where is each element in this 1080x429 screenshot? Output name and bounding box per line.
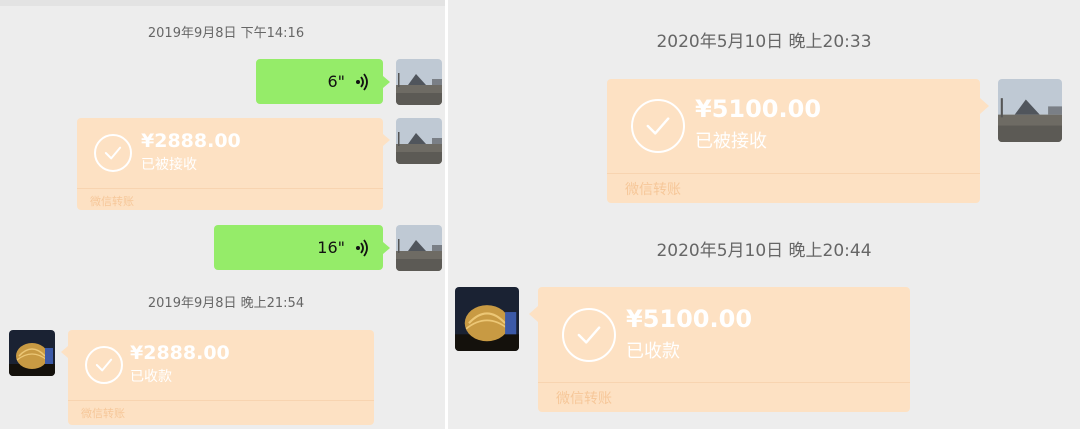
bubble-tail [383,134,390,146]
transfer-card[interactable]: ¥2888.00 已被接收 微信转账 [77,118,383,210]
check-circle-icon [94,134,132,172]
contact-avatar[interactable] [9,330,55,376]
voice-duration: 16" [317,238,345,257]
voice-message-bubble[interactable]: 6" [256,59,383,104]
transfer-amount: ¥5100.00 [695,95,822,123]
bubble-tail [61,346,68,358]
transfer-amount: ¥2888.00 [141,130,241,152]
transfer-status: 已收款 [626,341,680,362]
transfer-status: 已收款 [130,369,172,385]
card-divider [68,400,374,401]
chat-panel-right: 2020年5月10日 晚上20:33 ¥5100.00 已被接收 微信转账 20… [448,0,1080,429]
transfer-card[interactable]: ¥5100.00 已被接收 微信转账 [607,79,980,203]
my-avatar[interactable] [396,59,442,105]
voice-message-bubble[interactable]: 16" [214,225,383,270]
bubble-tail [383,76,390,88]
check-circle-icon [631,99,685,153]
transfer-card[interactable]: ¥5100.00 已收款 微信转账 [538,287,910,412]
message-timestamp: 2019年9月8日 下午14:16 [147,26,305,41]
chat-panel-left: 2019年9月8日 下午14:16 6" ¥2888.00 已被接收 微信转账 [0,0,445,429]
bubble-tail [529,306,538,322]
my-avatar[interactable] [396,225,442,271]
bubble-tail [980,98,989,114]
transfer-footer: 微信转账 [90,195,134,208]
my-avatar[interactable] [396,118,442,164]
message-timestamp: 2019年9月8日 晚上21:54 [147,296,305,311]
message-timestamp: 2020年5月10日 晚上20:44 [656,241,872,261]
transfer-amount: ¥5100.00 [626,305,753,333]
my-avatar[interactable] [998,79,1062,142]
transfer-footer: 微信转账 [556,391,612,407]
transfer-status: 已被接收 [695,131,767,152]
top-divider [0,0,445,6]
check-circle-icon [85,346,123,384]
transfer-status: 已被接收 [141,157,197,173]
check-circle-icon [562,308,616,362]
transfer-footer: 微信转账 [625,182,681,198]
transfer-footer: 微信转账 [81,407,125,420]
bubble-tail [383,242,390,254]
voice-wave-icon [356,72,368,91]
card-divider [538,382,910,383]
contact-avatar[interactable] [455,287,519,351]
transfer-amount: ¥2888.00 [130,342,230,364]
message-timestamp: 2020年5月10日 晚上20:33 [656,32,872,52]
voice-wave-icon [356,238,368,257]
card-divider [77,188,383,189]
voice-duration: 6" [327,72,345,91]
card-divider [607,173,980,174]
transfer-card[interactable]: ¥2888.00 已收款 微信转账 [68,330,374,425]
